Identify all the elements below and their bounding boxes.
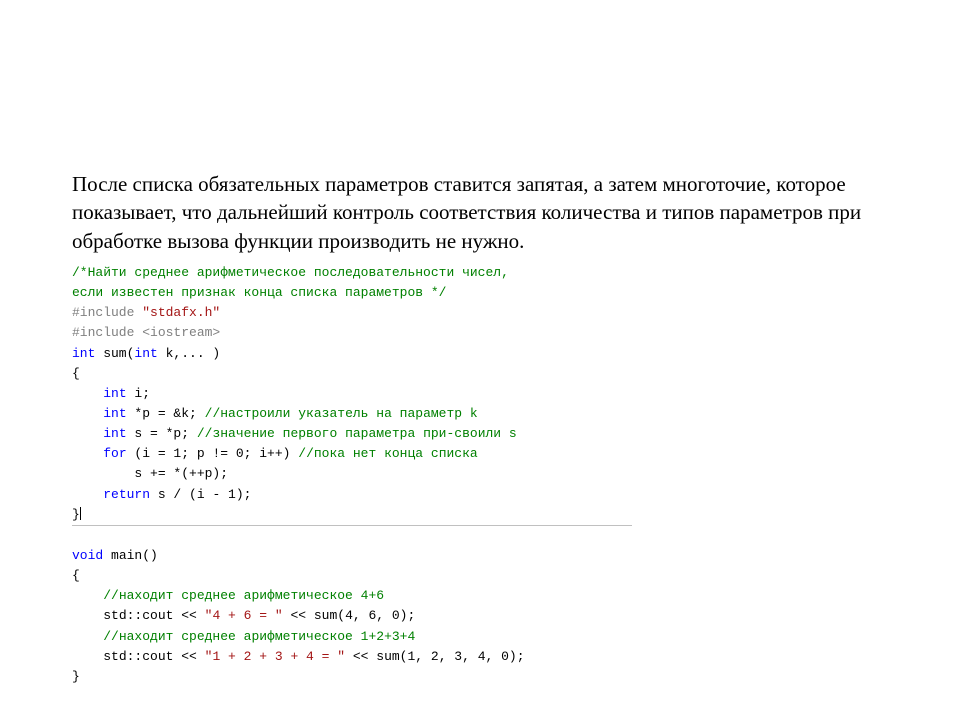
keyword: int [103,386,126,401]
string-literal: "stdafx.h" [142,305,220,320]
code-block-2: void main() { //находит среднее арифмети… [72,526,900,687]
code-text: s / (i - 1); [150,487,251,502]
indent [72,649,103,664]
intro-paragraph: После списка обязательных параметров ста… [72,170,900,255]
code-text: s += *(++p); [134,466,228,481]
indent [72,406,103,421]
code-text: main() [103,548,158,563]
code-comment: //находит среднее арифметическое 1+2+3+4 [103,629,415,644]
page-content: После списка обязательных параметров ста… [0,0,960,687]
code-block-1: /*Найти среднее арифметическое последова… [72,263,900,525]
code-text: } [72,669,80,684]
code-text: i; [127,386,150,401]
indent [72,629,103,644]
keyword: int [103,426,126,441]
code-text: *p = &k; [127,406,205,421]
indent [72,608,103,623]
keyword: int [134,346,157,361]
code-text: s = *p; [127,426,197,441]
indent [72,487,103,502]
code-text: std::cout << [103,649,204,664]
code-text: << sum(4, 6, 0); [283,608,416,623]
indent [72,386,103,401]
code-text: (i = 1; p != 0; i++) [127,446,299,461]
blank-line [72,528,80,543]
code-text: { [72,568,80,583]
indent [72,466,134,481]
preprocessor: #include [72,305,142,320]
keyword: int [103,406,126,421]
text-cursor [80,507,81,520]
keyword: void [72,548,103,563]
code-text: k,... ) [158,346,220,361]
code-text: sum( [95,346,134,361]
string-literal: "1 + 2 + 3 + 4 = " [205,649,345,664]
keyword: int [72,346,95,361]
code-comment: /*Найти среднее арифметическое последова… [72,265,509,280]
indent [72,426,103,441]
indent [72,446,103,461]
code-text: << sum(1, 2, 3, 4, 0); [345,649,524,664]
code-comment: //настроили указатель на параметр k [205,406,478,421]
code-text: std::cout << [103,608,204,623]
code-comment: если известен признак конца списка парам… [72,285,446,300]
indent [72,588,103,603]
code-text: } [72,507,80,522]
code-text: { [72,366,80,381]
code-comment: //находит среднее арифметическое 4+6 [103,588,384,603]
include-target: <iostream> [142,325,220,340]
code-comment: //значение первого параметра при-своили … [197,426,517,441]
preprocessor: #include [72,325,142,340]
keyword: for [103,446,126,461]
keyword: return [103,487,150,502]
string-literal: "4 + 6 = " [205,608,283,623]
code-comment: //пока нет конца списка [298,446,477,461]
